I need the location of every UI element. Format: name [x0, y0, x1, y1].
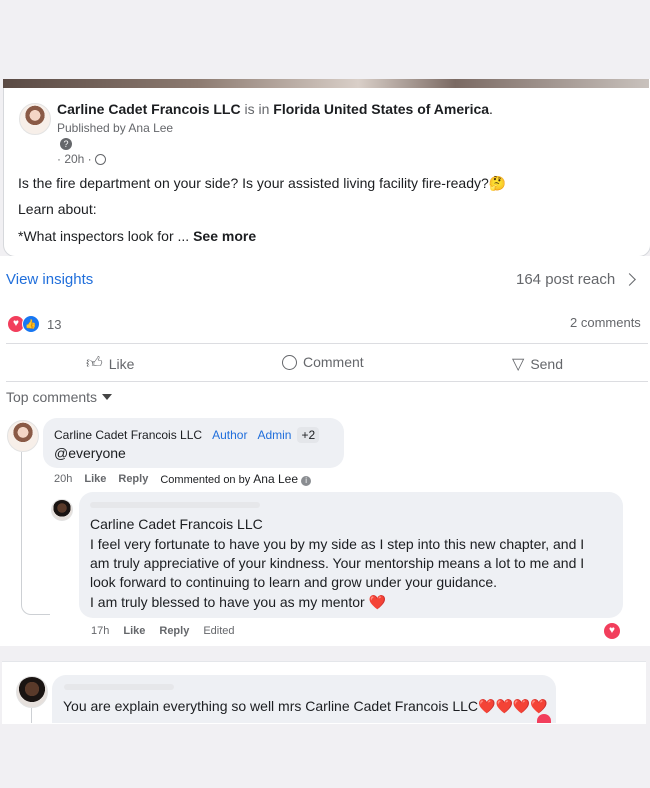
post-text-line1: Is the fire department on your side? Is …	[18, 175, 507, 191]
comment2-text: You are explain everything so well mrs C…	[63, 698, 548, 715]
commented-on-by-label: Commented on by	[160, 474, 251, 486]
comment2-hearts: ❤️❤️❤️❤️	[478, 698, 548, 714]
comment2-text-prefix: You are explain everything so well mrs	[63, 698, 302, 714]
more-badges[interactable]: +2	[297, 427, 320, 443]
like-button-label: Like	[108, 355, 135, 372]
top-comments-label: Top comments	[6, 389, 98, 405]
comment-button-label: Comment	[303, 354, 364, 370]
author-badge: Author	[212, 428, 248, 442]
comment1-text: @everyone	[54, 445, 126, 461]
comment2-mention[interactable]: Carline Cadet Francois LLC	[305, 698, 478, 714]
view-insights-link[interactable]: View insights	[6, 271, 93, 288]
divider-bottom	[6, 381, 648, 382]
post-text-line3-prefix: *What inspectors look for ...	[18, 228, 190, 244]
commented-on-by: Commented on by Ana Lee i	[160, 472, 312, 486]
comment-icon	[282, 354, 297, 370]
reply1-love-reaction-icon[interactable]: ♥	[604, 623, 620, 639]
reaction-summary[interactable]: ♥ 👍 13	[7, 315, 61, 333]
comment1-avatar[interactable]	[7, 420, 39, 452]
reply1-avatar[interactable]	[51, 499, 73, 521]
commented-by-name[interactable]: Ana Lee	[253, 472, 298, 486]
comment2-avatar[interactable]	[16, 676, 48, 708]
thumbs-up-icon: 👍︎	[86, 355, 103, 372]
caret-down-icon	[102, 394, 113, 400]
comment2-thread-line	[31, 708, 32, 723]
reply1-line3: look forward to continuing to learn and …	[90, 574, 498, 590]
see-more-link[interactable]: See more	[193, 228, 256, 244]
reply1-line4: I am truly blessed to have you as my men…	[90, 594, 386, 610]
reply1-meta: 17h Like Reply Edited	[91, 625, 235, 637]
blurred-name	[90, 502, 260, 508]
thread-connector	[21, 600, 50, 615]
reply1-line1: I feel very fortunate to have you by my …	[90, 536, 585, 552]
like-button[interactable]: 👍︎ Like	[86, 354, 134, 373]
send-icon: ▽	[512, 356, 525, 373]
divider-top	[6, 343, 648, 344]
reply1-edited: Edited	[203, 625, 235, 637]
globe-icon	[94, 153, 106, 165]
post-reach-text: 164 post reach	[516, 271, 616, 288]
reply1-like[interactable]: Like	[123, 625, 145, 637]
info-circle-icon[interactable]: i	[301, 476, 312, 486]
comment-button[interactable]: Comment	[282, 354, 364, 370]
period: .	[489, 101, 493, 117]
send-button[interactable]: ▽ Send	[512, 354, 563, 374]
cover-image-strip	[3, 79, 649, 88]
post-reach[interactable]: 164 post reach	[516, 271, 637, 288]
top-comments-dropdown[interactable]: Top comments	[6, 389, 113, 405]
comments-count[interactable]: 2 comments	[570, 315, 641, 330]
comment1-like[interactable]: Like	[84, 473, 106, 485]
post-time-row: · 20h ·	[57, 152, 106, 166]
comment1-time[interactable]: 20h	[54, 473, 72, 485]
comment1-reply[interactable]: Reply	[118, 473, 148, 485]
reply1-time[interactable]: 17h	[91, 625, 109, 637]
reply1-mention[interactable]: Carline Cadet Francois LLC	[90, 516, 263, 532]
post-header: Carline Cadet Francois LLC is in Florida…	[57, 101, 493, 117]
page-name-link[interactable]: Carline Cadet Francois LLC	[57, 101, 241, 117]
comment2-blurred-name	[64, 684, 174, 690]
published-by: Published by Ana Lee	[57, 121, 174, 135]
post-time[interactable]: · 20h ·	[57, 152, 92, 166]
like-reaction-icon: 👍	[22, 315, 40, 333]
comment1-header: Carline Cadet Francois LLC Author Admin …	[54, 427, 320, 443]
comment1-author[interactable]: Carline Cadet Francois LLC	[54, 428, 202, 442]
location-link[interactable]: Florida United States of America	[273, 101, 489, 117]
page-avatar[interactable]	[19, 103, 51, 135]
thread-line	[21, 452, 22, 602]
is-in-text: is in	[244, 101, 270, 117]
reaction-count: 13	[47, 316, 62, 332]
comment1-meta: 20h Like Reply Commented on by Ana Lee i	[54, 472, 312, 486]
reply1-reply[interactable]: Reply	[159, 625, 189, 637]
reply1-line2: am truly appreciative of your kindness. …	[90, 555, 585, 571]
info-icon[interactable]: ?	[60, 138, 72, 150]
chevron-right-icon	[623, 273, 637, 286]
send-button-label: Send	[530, 356, 564, 372]
comment2-love-reaction-icon[interactable]	[537, 714, 551, 723]
post-text-line2: Learn about:	[18, 201, 97, 217]
admin-badge: Admin	[257, 428, 292, 442]
post-text-line3: *What inspectors look for ... See more	[18, 228, 256, 244]
